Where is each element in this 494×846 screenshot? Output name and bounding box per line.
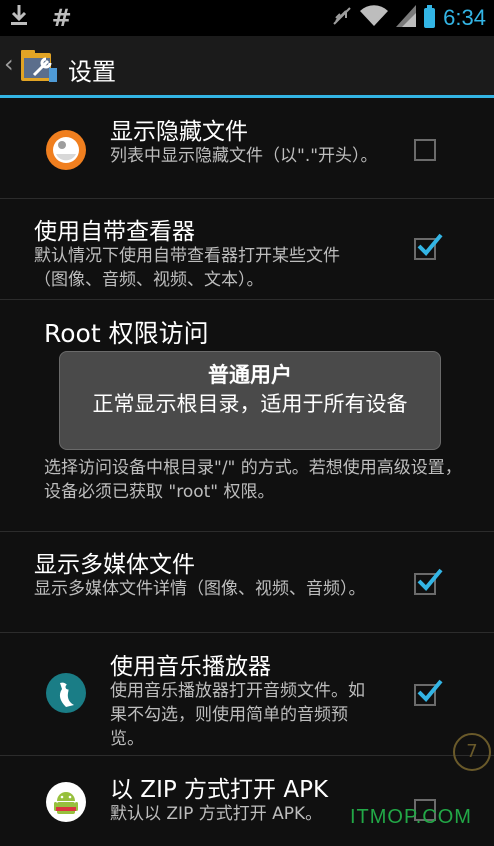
checkbox[interactable] bbox=[414, 233, 443, 260]
checkbox[interactable] bbox=[414, 139, 436, 161]
setting-title: 使用自带查看器 bbox=[34, 219, 195, 245]
floating-badge[interactable]: 7 bbox=[453, 733, 491, 771]
hash-icon: # bbox=[51, 4, 72, 32]
setting-title: 显示隐藏文件 bbox=[110, 119, 248, 145]
clock: 6:34 bbox=[443, 5, 486, 30]
setting-title: 使用音乐播放器 bbox=[110, 654, 271, 680]
setting-title: 以 ZIP 方式打开 APK bbox=[110, 777, 329, 803]
download-icon bbox=[10, 4, 36, 32]
page-title: 设置 bbox=[68, 58, 116, 86]
checkbox[interactable] bbox=[414, 679, 443, 706]
setting-summary: 显示多媒体文件详情（图像、视频、音频）。 bbox=[34, 579, 366, 599]
checkmark-icon bbox=[417, 568, 443, 591]
toast-message: 正常显示根目录，适用于所有设备 bbox=[92, 392, 408, 416]
settings-list: 显示隐藏文件 列表中显示隐藏文件（以"."开头）。 使用自带查看器 默认情况下使… bbox=[0, 98, 494, 846]
setting-open-apk-as-zip[interactable]: 以 ZIP 方式打开 APK 默认以 ZIP 方式打开 APK。 bbox=[0, 756, 494, 846]
setting-title: Root 权限访问 bbox=[44, 319, 209, 348]
silent-icon bbox=[332, 6, 352, 30]
setting-title: 显示多媒体文件 bbox=[34, 552, 195, 578]
setting-summary: 选择访问设备中根目录"/" 的方式。若想使用高级设置，设备必须已获取 "root… bbox=[44, 458, 462, 502]
hidden-files-icon bbox=[44, 128, 88, 172]
wifi-icon bbox=[360, 5, 389, 31]
action-bar: ‹ 设置 bbox=[0, 36, 494, 98]
signal-icon bbox=[396, 5, 417, 31]
root-mode-toast: 普通用户 正常显示根目录，适用于所有设备 bbox=[59, 351, 441, 450]
checkmark-icon bbox=[417, 679, 443, 702]
setting-music-player[interactable]: 使用音乐播放器 使用音乐播放器打开音频文件。如果不勾选，则使用简单的音频预览。 bbox=[0, 633, 494, 756]
setting-built-in-viewer[interactable]: 使用自带查看器 默认情况下使用自带查看器打开某些文件（图像、音频、视频、文本）。 bbox=[0, 199, 494, 300]
setting-summary: 列表中显示隐藏文件（以"."开头）。 bbox=[110, 146, 378, 166]
settings-folder-icon[interactable] bbox=[20, 49, 58, 83]
setting-summary: 使用音乐播放器打开音频文件。如果不勾选，则使用简单的音频预览。 bbox=[110, 681, 365, 749]
watermark: ITMOP.COM bbox=[350, 806, 472, 828]
setting-summary: 默认情况下使用自带查看器打开某些文件（图像、音频、视频、文本）。 bbox=[34, 246, 340, 290]
battery-icon bbox=[424, 5, 436, 28]
back-chevron-icon[interactable]: ‹ bbox=[4, 50, 14, 78]
status-bar: # 6:34 bbox=[0, 0, 494, 36]
setting-show-media-files[interactable]: 显示多媒体文件 显示多媒体文件详情（图像、视频、音频）。 bbox=[0, 532, 494, 633]
music-player-icon bbox=[44, 671, 88, 715]
checkmark-icon bbox=[417, 233, 443, 256]
checkbox[interactable] bbox=[414, 568, 443, 595]
android-icon bbox=[44, 780, 88, 824]
setting-show-hidden-files[interactable]: 显示隐藏文件 列表中显示隐藏文件（以"."开头）。 bbox=[0, 98, 494, 199]
toast-title: 普通用户 bbox=[208, 363, 292, 387]
